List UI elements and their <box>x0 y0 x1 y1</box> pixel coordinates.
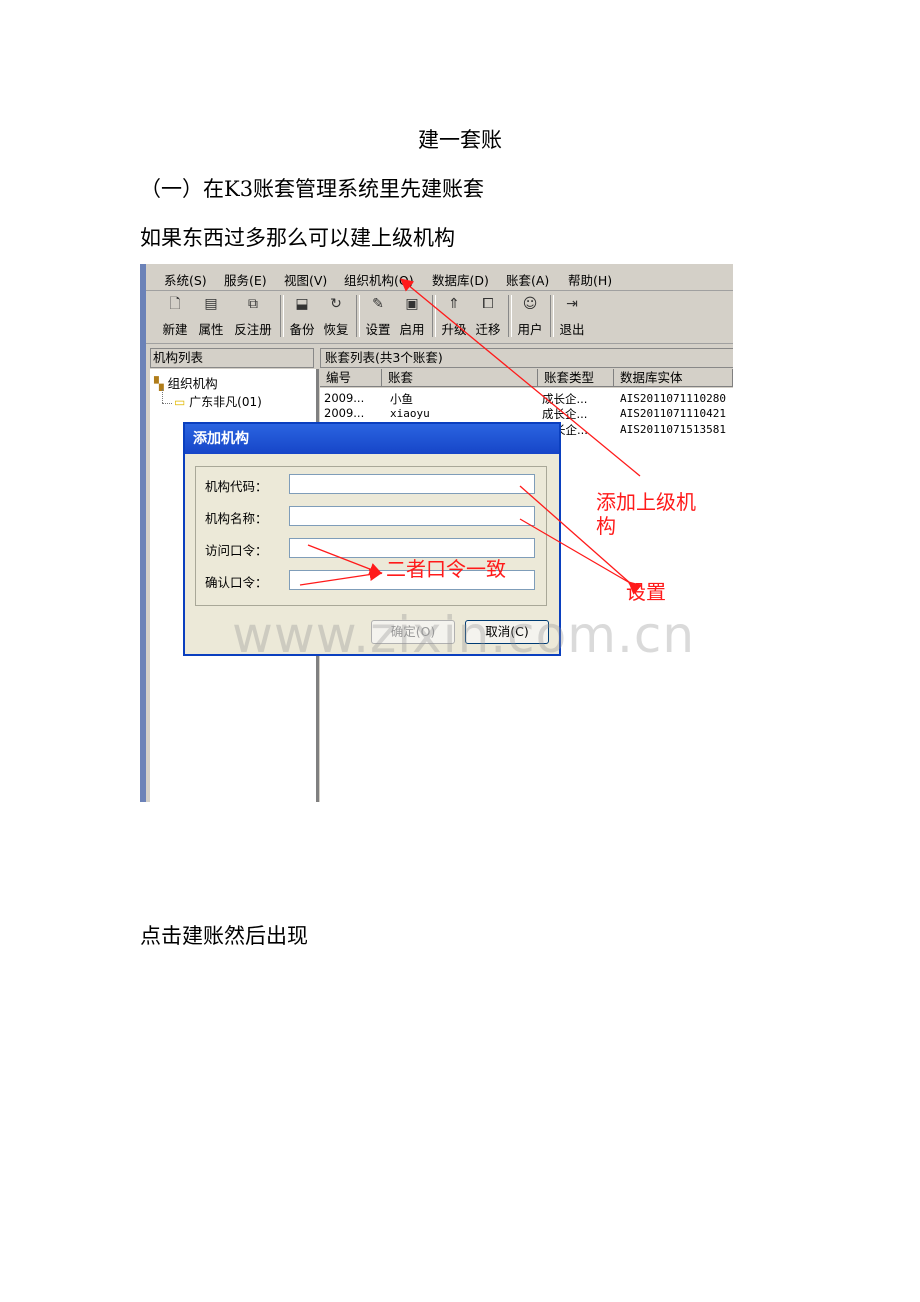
cell: 2009... <box>324 391 365 405</box>
column-header[interactable]: 账套类型 <box>538 369 614 387</box>
cell: 成长企... <box>542 392 588 406</box>
tree-connector <box>162 389 163 403</box>
menu-help[interactable]: 帮助(H) <box>568 270 612 289</box>
toolbar-label: 新建 <box>162 322 188 337</box>
toolbar-enable-button[interactable]: ▣ 启用 <box>396 295 428 339</box>
confirm-password-label: 确认口令： <box>205 575 268 590</box>
folder-icon: ▭ <box>174 395 186 409</box>
annotation-settings: 设置 <box>626 580 666 604</box>
toolbar-label: 用户 <box>517 322 543 337</box>
window-edge <box>140 264 146 802</box>
toolbar-user-button[interactable]: ☺ 用户 <box>514 295 546 339</box>
toolbar-upgrade-button[interactable]: ⇑ 升级 <box>438 295 470 339</box>
dialog-title[interactable]: 添加机构 <box>185 424 559 454</box>
instruction-text: 如果东西过多那么可以建上级机构 <box>140 226 455 250</box>
user-icon: ☺ <box>522 296 538 312</box>
tree-child-item[interactable]: ▭ 广东非凡(01) <box>174 393 262 410</box>
exit-icon: ⇥ <box>566 296 578 312</box>
toolbar-label: 属性 <box>198 322 224 337</box>
toolbar-backup-button[interactable]: ⬓ 备份 <box>286 295 318 339</box>
menu-service[interactable]: 服务(E) <box>224 270 267 289</box>
enable-icon: ▣ <box>405 296 419 312</box>
toolbar-label: 设置 <box>365 322 391 337</box>
tree-child-label: 广东非凡(01) <box>189 395 262 409</box>
toolbar-restore-button[interactable]: ↻ 恢复 <box>320 295 352 339</box>
menu-bar: 系统(S) 服务(E) 视图(V) 组织机构(O) 数据库(D) 账套(A) 帮… <box>146 264 733 291</box>
migrate-icon: ⧠ <box>482 296 494 312</box>
cell: xiaoyu <box>390 407 430 420</box>
cell: 小鱼 <box>390 392 413 406</box>
org-name-label: 机构名称： <box>205 511 268 526</box>
cell: AIS2011071110421 <box>620 407 726 420</box>
toolbar-separator <box>550 295 554 337</box>
menu-organization[interactable]: 组织机构(O) <box>344 270 414 289</box>
toolbar-new-button[interactable]: 🗋 新建 <box>158 295 192 339</box>
cell: 成长企... <box>542 407 588 421</box>
annotation-passwords-match: 二者口令一致 <box>386 557 506 581</box>
access-password-label: 访问口令： <box>205 543 268 558</box>
toolbar-label: 备份 <box>289 322 315 337</box>
org-code-label: 机构代码： <box>205 479 268 494</box>
toolbar-settings-button[interactable]: ✎ 设置 <box>362 295 394 339</box>
tree-connector <box>162 403 172 404</box>
toolbar-label: 反注册 <box>234 322 272 337</box>
cell: AIS2011071110280 <box>620 392 726 405</box>
toolbar-migrate-button[interactable]: ⧠ 迁移 <box>472 295 504 339</box>
footer-text: 点击建账然后出现 <box>140 924 308 948</box>
restore-icon: ↻ <box>330 296 342 312</box>
menu-account-set[interactable]: 账套(A) <box>506 270 549 289</box>
toolbar-label: 升级 <box>441 322 467 337</box>
toolbar-unregister-button[interactable]: ⧉ 反注册 <box>230 295 276 339</box>
properties-icon: ▤ <box>204 296 218 312</box>
upgrade-icon: ⇑ <box>448 296 460 312</box>
org-list-title: 机构列表 <box>150 348 314 368</box>
annotation-add-parent-2: 构 <box>596 514 616 538</box>
org-name-input[interactable] <box>289 506 535 526</box>
toolbar-exit-button[interactable]: ⇥ 退出 <box>556 295 588 339</box>
toolbar: 🗋 新建 ▤ 属性 ⧉ 反注册 ⬓ 备份 ↻ 恢复 ✎ 设置 ▣ 启用 ⇑ 升级… <box>146 291 733 344</box>
column-header[interactable]: 数据库实体 <box>614 369 733 387</box>
settings-icon: ✎ <box>372 296 384 312</box>
new-document-icon: 🗋 <box>169 296 181 312</box>
toolbar-separator <box>356 295 360 337</box>
toolbar-label: 退出 <box>559 322 585 337</box>
menu-database[interactable]: 数据库(D) <box>432 270 489 289</box>
backup-icon: ⬓ <box>295 296 309 312</box>
list-header: 编号 账套 账套类型 数据库实体 <box>320 369 733 388</box>
cell: 2009... <box>324 406 365 420</box>
watermark: www.zixin.com.cn <box>232 606 696 664</box>
document-title: 建一套账 <box>418 128 502 152</box>
toolbar-label: 恢复 <box>323 322 349 337</box>
account-list-title: 账套列表(共3个账套) <box>320 348 733 368</box>
tree-root-item[interactable]: ▚ 组织机构 <box>154 373 218 392</box>
toolbar-separator <box>280 295 284 337</box>
toolbar-separator <box>432 295 436 337</box>
toolbar-separator <box>508 295 512 337</box>
unregister-icon: ⧉ <box>248 296 258 312</box>
cell: AIS2011071513581 <box>620 423 726 436</box>
k3-screenshot: 系统(S) 服务(E) 视图(V) 组织机构(O) 数据库(D) 账套(A) 帮… <box>140 264 733 802</box>
section-heading: （一）在K3账套管理系统里先建账套 <box>140 177 485 201</box>
column-header[interactable]: 编号 <box>320 369 382 387</box>
toolbar-properties-button[interactable]: ▤ 属性 <box>194 295 228 339</box>
menu-view[interactable]: 视图(V) <box>284 270 327 289</box>
toolbar-label: 迁移 <box>475 322 501 337</box>
tree-root-label: 组织机构 <box>167 376 218 391</box>
menu-system[interactable]: 系统(S) <box>164 270 207 289</box>
toolbar-label: 启用 <box>399 322 425 337</box>
column-header[interactable]: 账套 <box>382 369 538 387</box>
org-code-input[interactable] <box>289 474 535 494</box>
